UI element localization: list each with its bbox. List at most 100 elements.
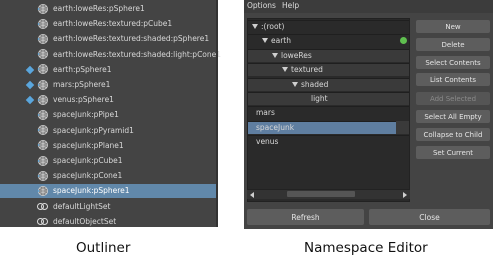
delete-button[interactable]: Delete [416,38,490,51]
namespace-tree-item-label: loweRes [281,50,312,60]
namespace-tree-item-label: mars [256,108,275,118]
namespace-tree-item-label: venus [256,137,279,147]
menu-bar: Options Help [244,0,493,13]
outliner-item[interactable]: defaultObjectSet [0,215,216,229]
scroll-thumb[interactable] [287,191,355,197]
outliner-item[interactable]: spaceJunk:pSphere1 [0,184,216,199]
expand-triangle-icon[interactable] [282,67,288,73]
outliner-item-label: earth:loweRes:textured:pCube1 [53,19,173,29]
namespace-tree-item-label: textured [291,65,323,75]
outliner-item-label: spaceJunk:pPipe1 [53,110,119,120]
outliner-item[interactable]: spaceJunk:pPipe1 [0,108,216,122]
namespace-tree-item[interactable]: loweRes [248,48,409,62]
outliner-item-label: spaceJunk:pPyramid1 [53,125,134,135]
namespace-tree-item[interactable]: earth [248,34,409,47]
select-all-empty-button[interactable]: Select All Empty [416,110,490,123]
scroll-left-arrow-icon[interactable] [250,192,254,198]
outliner-item[interactable]: venus:pSphere1 [0,93,216,107]
outliner-item[interactable]: spaceJunk:pCube1 [0,154,216,168]
namespace-tree-item-label: shaded [301,79,329,89]
outliner-item-label: venus:pSphere1 [53,95,114,105]
namespace-tree-item[interactable]: shaded [248,77,409,91]
mesh-icon [36,63,49,76]
set-icon [36,200,49,213]
expand-triangle-icon[interactable] [272,52,278,58]
namespace-marker-icon [25,65,35,75]
outliner-item-label: earth:loweRes:textured:shaded:light:pCon… [53,49,222,59]
outliner-item-label: spaceJunk:pCone1 [53,171,123,181]
outliner-item[interactable]: defaultLightSet [0,200,216,214]
outliner-item-label: defaultLightSet [53,201,111,211]
row-end-cell [396,120,409,134]
namespace-tree-item-label: spaceJunk [256,122,295,132]
row-divider [248,77,409,79]
outliner-item[interactable]: earth:loweRes:pSphere1 [0,2,216,16]
namespace-tree[interactable]: :(root) earth loweRes textured shaded light ma… [247,18,410,202]
namespace-editor-caption: Namespace Editor [304,240,428,256]
set-current-button[interactable]: Set Current [416,146,490,159]
set-icon [36,215,49,228]
close-button[interactable]: Close [369,209,490,225]
outliner-item-label: defaultObjectSet [53,216,117,226]
outliner-item[interactable]: earth:loweRes:textured:pCube1 [0,17,216,31]
namespace-tree-item[interactable]: light [248,92,409,105]
mesh-icon [36,124,49,137]
outliner-item[interactable]: mars:pSphere1 [0,78,216,92]
list-contents-button[interactable]: List Contents [416,73,490,86]
refresh-button[interactable]: Refresh [247,209,364,225]
menu-help[interactable]: Help [282,1,299,10]
namespace-tree-hscrollbar[interactable] [247,189,410,199]
outliner-scrollbar[interactable] [216,0,218,227]
outliner-item[interactable]: earth:loweRes:textured:shaded:pSphere1 [0,32,216,46]
namespace-editor-panel: Options Help :(root) earth loweRes textured… [244,0,493,229]
namespace-tree-item[interactable]: :(root) [248,20,409,33]
mesh-icon [36,184,49,197]
row-divider [248,92,409,93]
namespace-marker-icon [25,80,35,90]
expand-triangle-icon[interactable] [252,24,258,29]
namespace-tree-item-label: :(root) [261,22,285,31]
outliner-item-label: earth:loweRes:textured:shaded:pSphere1 [53,34,210,44]
add-selected-button[interactable]: Add Selected [416,92,490,105]
mesh-icon [36,32,49,45]
new-button[interactable]: New [416,20,490,33]
mesh-icon [36,78,49,91]
outliner-panel: earth:loweRes:pSphere1 earth:loweRes:text… [0,0,221,229]
outliner-item-label: earth:pSphere1 [53,64,112,74]
current-namespace-indicator-icon [400,37,407,45]
namespace-tree-item[interactable]: mars [248,106,409,119]
outliner-item-label: spaceJunk:pCube1 [53,156,123,165]
outliner-item-label: spaceJunk:pSphere1 [53,186,130,196]
mesh-icon [36,48,49,61]
outliner-item[interactable]: earth:loweRes:textured:shaded:light:pCon… [0,48,221,62]
mesh-icon [36,169,49,182]
namespace-tree-item-label: earth [271,36,291,46]
expand-triangle-icon[interactable] [262,38,268,44]
mesh-icon [36,139,49,152]
row-divider [248,48,409,50]
menu-options[interactable]: Options [247,1,276,10]
outliner-item-label: mars:pSphere1 [53,80,111,89]
outliner-item[interactable]: earth:pSphere1 [0,63,216,77]
namespace-tree-item[interactable]: spaceJunk [248,120,409,134]
select-contents-button[interactable]: Select Contents [416,56,490,69]
namespace-tree-item-label: light [311,94,328,103]
scroll-right-arrow-icon[interactable] [403,192,407,198]
mesh-icon [36,93,49,106]
outliner-caption: Outliner [76,240,131,256]
expand-triangle-icon[interactable] [292,81,298,87]
mesh-icon [36,17,49,30]
outliner-item[interactable]: spaceJunk:pCone1 [0,169,216,183]
mesh-icon [36,2,49,15]
outliner-item-label: earth:loweRes:pSphere1 [53,4,145,13]
mesh-icon [36,154,49,167]
row-divider [248,63,409,65]
outliner-item[interactable]: spaceJunk:pPlane1 [0,139,216,153]
outliner-item[interactable]: spaceJunk:pPyramid1 [0,124,216,138]
namespace-tree-item[interactable]: textured [248,63,409,77]
collapse-to-child-button[interactable]: Collapse to Child [416,128,490,141]
namespace-marker-icon [25,95,35,105]
mesh-icon [36,108,49,121]
namespace-tree-item[interactable]: venus [248,135,409,148]
outliner-item-label: spaceJunk:pPlane1 [53,140,124,150]
